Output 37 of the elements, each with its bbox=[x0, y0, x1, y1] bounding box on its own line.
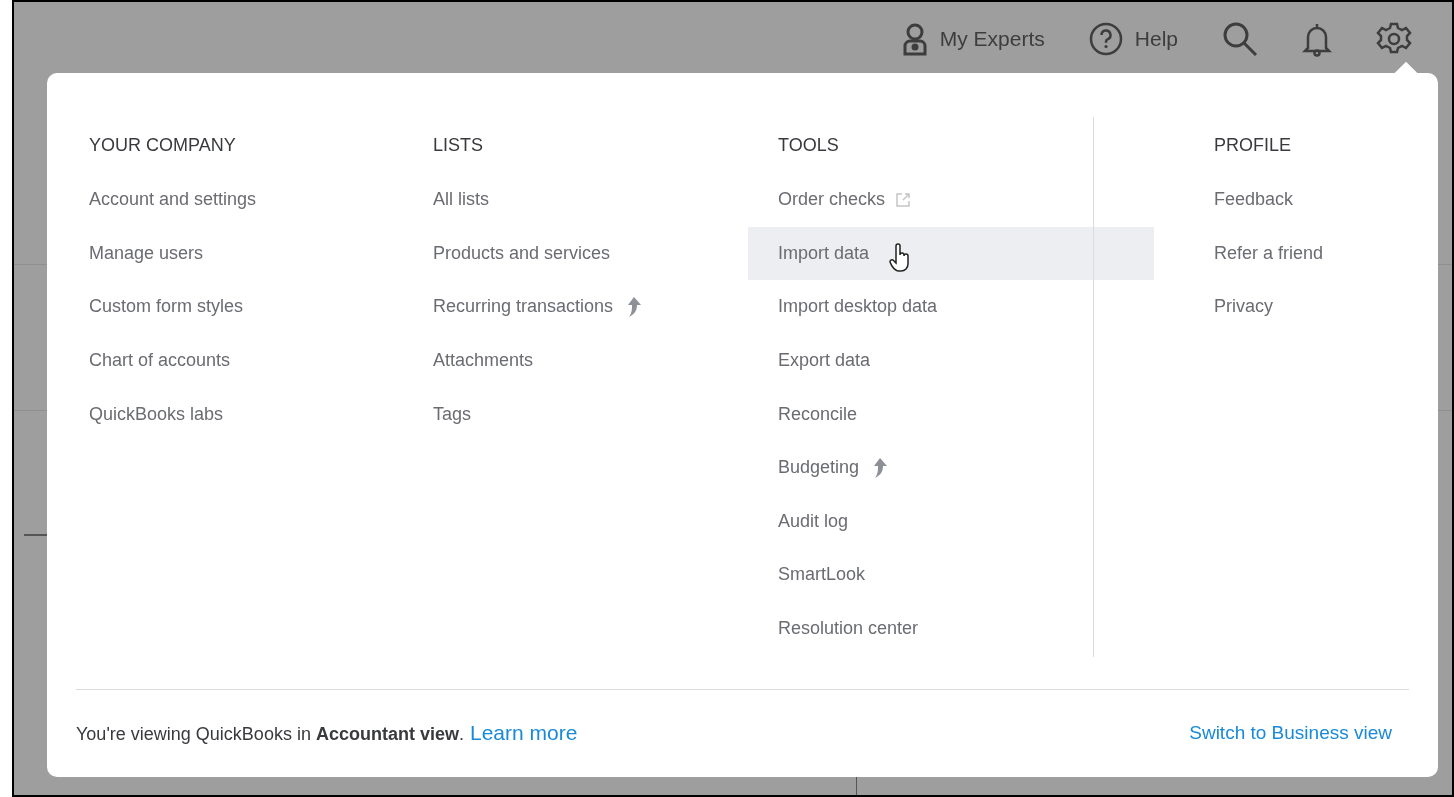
menu-item[interactable]: Resolution center bbox=[778, 601, 919, 656]
menu-item[interactable]: SmartLook bbox=[778, 548, 866, 602]
menu-item[interactable]: Feedback bbox=[1214, 173, 1294, 227]
menu-item[interactable]: Budgeting bbox=[778, 440, 888, 495]
menu-item[interactable]: Recurring transactions bbox=[433, 280, 642, 334]
switch-view-link[interactable]: Switch to Business view bbox=[1189, 718, 1392, 748]
menu-item[interactable]: Order checks bbox=[778, 173, 912, 227]
menu-item[interactable]: Products and services bbox=[433, 226, 611, 281]
menu-item[interactable]: Privacy bbox=[1214, 280, 1273, 334]
bell-icon[interactable] bbox=[1302, 21, 1332, 57]
menu-item[interactable]: Custom form styles bbox=[89, 280, 244, 334]
person-icon bbox=[901, 22, 928, 56]
menu-item[interactable]: Account and settings bbox=[89, 173, 257, 227]
menu-item[interactable]: Audit log bbox=[778, 494, 849, 549]
help-icon bbox=[1088, 22, 1123, 56]
learn-more-link[interactable]: Learn more bbox=[469, 717, 578, 749]
search-icon[interactable] bbox=[1222, 21, 1258, 57]
hand-cursor-icon bbox=[889, 243, 912, 274]
menu-item[interactable]: Manage users bbox=[89, 226, 204, 281]
menu-item[interactable]: Export data bbox=[778, 333, 871, 388]
menu-item[interactable]: Refer a friend bbox=[1214, 226, 1324, 281]
menu-item[interactable]: Tags bbox=[433, 387, 472, 441]
column-heading: LISTS bbox=[433, 134, 484, 157]
menu-item[interactable]: Import data bbox=[748, 226, 1154, 281]
experts-button[interactable]: My Experts bbox=[901, 22, 1045, 56]
column-heading: TOOLS bbox=[778, 134, 839, 157]
menu-item[interactable]: All lists bbox=[433, 173, 489, 227]
menu-item[interactable]: QuickBooks labs bbox=[89, 387, 224, 441]
menu-item[interactable]: Reconcile bbox=[778, 387, 858, 441]
menu-item[interactable]: Chart of accounts bbox=[89, 333, 231, 388]
menu-item[interactable]: Attachments bbox=[433, 333, 534, 388]
external-link-icon bbox=[895, 191, 912, 208]
column-heading: YOUR COMPANY bbox=[89, 134, 236, 157]
menu-item[interactable]: Import desktop data bbox=[778, 280, 938, 334]
column-heading: PROFILE bbox=[1214, 134, 1292, 157]
help-button[interactable]: Help bbox=[1088, 22, 1178, 56]
view-message: You're viewing QuickBooks in Accountant view. bbox=[76, 723, 464, 747]
